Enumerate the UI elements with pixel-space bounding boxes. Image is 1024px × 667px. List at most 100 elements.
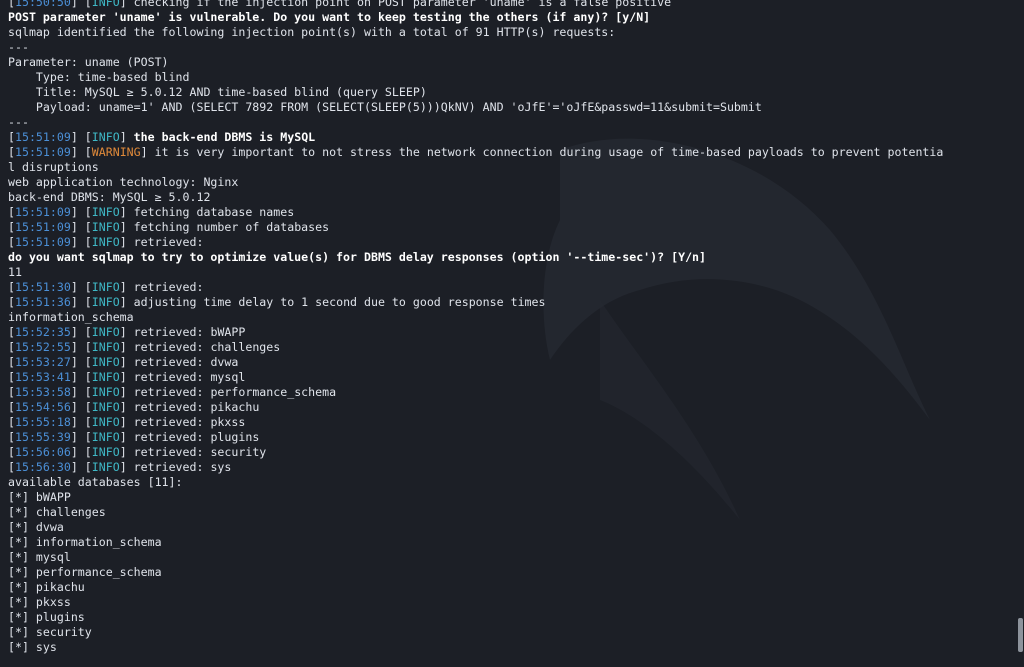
terminal-line: [*] challenges	[8, 505, 1010, 520]
terminal-line: [15:52:35] [INFO] retrieved: bWAPP	[8, 325, 1010, 340]
line-text: ] [	[70, 325, 92, 339]
terminal-line: [15:55:18] [INFO] retrieved: pkxss	[8, 415, 1010, 430]
terminal-line: [*] pikachu	[8, 580, 1010, 595]
terminal-line: [15:51:09] [INFO] fetching database name…	[8, 205, 1010, 220]
timestamp: 15:51:30	[14, 280, 71, 294]
line-text: ] retrieved: sys	[119, 460, 232, 474]
terminal-window[interactable]: [15:50:50] [INFO] checking if the inject…	[0, 0, 1024, 667]
terminal-line: [*] mysql	[8, 550, 1010, 565]
info-tag: INFO	[91, 370, 120, 384]
line-text: sqlmap identified the following injectio…	[8, 25, 616, 39]
line-text: [*] information_schema	[8, 535, 162, 549]
info-tag: INFO	[91, 235, 120, 249]
line-text: [	[8, 235, 15, 249]
terminal-line: l disruptions	[8, 160, 1010, 175]
line-text: [	[8, 205, 15, 219]
line-text: ] [	[70, 385, 92, 399]
terminal-line: [15:50:50] [INFO] checking if the inject…	[8, 0, 1010, 10]
timestamp: 15:56:30	[14, 460, 71, 474]
terminal-line: [15:51:09] [INFO] fetching number of dat…	[8, 220, 1010, 235]
timestamp: 15:51:09	[14, 130, 71, 144]
info-tag: INFO	[91, 220, 120, 234]
info-tag: INFO	[91, 415, 120, 429]
line-text: ] fetching number of databases	[119, 220, 330, 234]
line-text: ] [	[70, 400, 92, 414]
terminal-line: 11	[8, 265, 1010, 280]
terminal-line: sqlmap identified the following injectio…	[8, 25, 1010, 40]
line-text: ] [	[70, 430, 92, 444]
line-text: [	[8, 220, 15, 234]
line-text: [	[8, 0, 15, 9]
terminal-line: ---	[8, 115, 1010, 130]
info-tag: INFO	[91, 430, 120, 444]
line-text: ] retrieved: security	[119, 445, 267, 459]
info-tag: INFO	[91, 385, 120, 399]
line-text: [*] sys	[8, 640, 57, 654]
line-text: [*] bWAPP	[8, 490, 71, 504]
terminal-line: [*] performance_schema	[8, 565, 1010, 580]
info-tag: INFO	[91, 340, 120, 354]
line-text: [	[8, 460, 15, 474]
line-text: [*] dvwa	[8, 520, 64, 534]
line-text: ] retrieved: bWAPP	[119, 325, 246, 339]
info-tag: INFO	[91, 325, 120, 339]
line-text: ] it is very important to not stress the…	[140, 145, 944, 159]
timestamp: 15:51:36	[14, 295, 71, 309]
line-text: 11	[8, 265, 22, 279]
line-text: Parameter: uname (POST)	[8, 55, 169, 69]
timestamp: 15:52:55	[14, 340, 71, 354]
scrollbar[interactable]	[1016, 0, 1024, 667]
line-text: ] retrieved: mysql	[119, 370, 246, 384]
line-text: ] [	[70, 220, 92, 234]
line-text: [	[8, 445, 15, 459]
line-text: ] retrieved: plugins	[119, 430, 260, 444]
terminal-line: Title: MySQL ≥ 5.0.12 AND time-based bli…	[8, 85, 1010, 100]
terminal-output: [15:50:50] [INFO] checking if the inject…	[8, 0, 1010, 655]
timestamp: 15:51:09	[14, 205, 71, 219]
line-text: ] [	[70, 235, 92, 249]
line-text: ] [	[70, 145, 92, 159]
line-text: [	[8, 415, 15, 429]
scrollbar-thumb[interactable]	[1018, 618, 1023, 652]
terminal-line: ---	[8, 40, 1010, 55]
timestamp: 15:53:41	[14, 370, 71, 384]
line-text: ] retrieved:	[119, 235, 204, 249]
line-text: [*] plugins	[8, 610, 85, 624]
line-text: web application technology: Nginx	[8, 175, 239, 189]
line-text: information_schema	[8, 310, 134, 324]
line-text: [	[8, 400, 15, 414]
terminal-line: [*] security	[8, 625, 1010, 640]
line-text: [	[8, 340, 15, 354]
terminal-line: [15:51:30] [INFO] retrieved:	[8, 280, 1010, 295]
terminal-line: Parameter: uname (POST)	[8, 55, 1010, 70]
info-tag: INFO	[91, 460, 120, 474]
line-text: [*] pikachu	[8, 580, 85, 594]
line-text: ] checking if the injection point on POS…	[119, 0, 672, 9]
line-text: Title: MySQL ≥ 5.0.12 AND time-based bli…	[8, 85, 427, 99]
line-text: ] [	[70, 415, 92, 429]
line-text: ] [	[70, 295, 92, 309]
timestamp: 15:55:39	[14, 430, 71, 444]
info-tag: INFO	[91, 130, 120, 144]
line-text: ] retrieved: challenges	[119, 340, 281, 354]
warning-tag: WARNING	[91, 145, 141, 159]
line-text: back-end DBMS: MySQL ≥ 5.0.12	[8, 190, 211, 204]
terminal-line: [*] bWAPP	[8, 490, 1010, 505]
line-text: [	[8, 355, 15, 369]
timestamp: 15:51:09	[14, 220, 71, 234]
line-text: ] [	[70, 340, 92, 354]
terminal-line: [15:52:55] [INFO] retrieved: challenges	[8, 340, 1010, 355]
line-text: ]	[119, 130, 134, 144]
terminal-line: [15:51:09] [INFO] retrieved:	[8, 235, 1010, 250]
line-text: [	[8, 325, 15, 339]
terminal-line: POST parameter 'uname' is vulnerable. Do…	[8, 10, 1010, 25]
line-text: do you want sqlmap to try to optimize va…	[8, 250, 707, 264]
terminal-line: [*] pkxss	[8, 595, 1010, 610]
terminal-line: [15:51:36] [INFO] adjusting time delay t…	[8, 295, 1010, 310]
line-text: ] retrieved: dvwa	[119, 355, 239, 369]
line-text: [*] mysql	[8, 550, 71, 564]
info-tag: INFO	[91, 280, 120, 294]
line-text: POST parameter 'uname' is vulnerable. Do…	[8, 10, 651, 24]
timestamp: 15:56:06	[14, 445, 71, 459]
terminal-line: [15:55:39] [INFO] retrieved: plugins	[8, 430, 1010, 445]
